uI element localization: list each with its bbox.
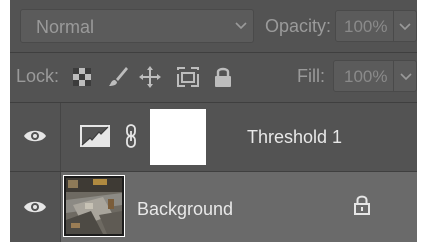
fill-field[interactable]: 100% xyxy=(333,60,417,92)
layer-name[interactable]: Threshold 1 xyxy=(247,127,342,148)
layer-row-threshold[interactable]: Threshold 1 xyxy=(10,103,417,171)
layer-row-background[interactable]: Background xyxy=(10,172,417,242)
visibility-toggle[interactable] xyxy=(10,103,61,171)
blend-opacity-row: Normal Opacity: 100% xyxy=(10,8,417,44)
lock-label: Lock: xyxy=(16,66,60,86)
opacity-value: 100% xyxy=(344,17,388,36)
lock-all-icon[interactable] xyxy=(212,65,234,94)
lock-image-pixels-icon[interactable] xyxy=(106,65,130,94)
mask-link-icon[interactable] xyxy=(125,123,137,154)
opacity-separator xyxy=(393,11,394,41)
chevron-down-icon xyxy=(235,21,247,31)
fill-value: 100% xyxy=(344,67,388,86)
divider xyxy=(10,52,417,53)
fill-label: Fill: xyxy=(297,66,325,86)
layer-image-thumbnail[interactable] xyxy=(62,174,126,242)
layer-mask-thumbnail[interactable] xyxy=(150,109,206,165)
fill-separator xyxy=(393,61,394,91)
blend-mode-value: Normal xyxy=(36,17,95,37)
lock-position-icon[interactable] xyxy=(138,65,162,94)
layers-panel: Normal Opacity: 100% Lock: Fill: 100% Th… xyxy=(10,0,417,242)
opacity-field[interactable]: 100% xyxy=(335,10,417,42)
lock-icon xyxy=(353,194,371,221)
lock-fill-row: Lock: Fill: 100% xyxy=(10,56,417,98)
eye-icon[interactable] xyxy=(23,199,47,220)
opacity-label: Opacity: xyxy=(265,16,332,36)
threshold-adjustment-icon xyxy=(80,125,110,152)
visibility-toggle[interactable] xyxy=(10,172,61,242)
opacity-chevron-down-icon[interactable] xyxy=(399,22,411,32)
fill-chevron-down-icon[interactable] xyxy=(400,72,412,82)
blend-mode-dropdown[interactable]: Normal xyxy=(20,9,254,43)
lock-transparent-pixels-icon[interactable] xyxy=(72,67,92,92)
eye-icon[interactable] xyxy=(23,128,47,149)
prevent-auto-nesting-icon[interactable] xyxy=(176,65,200,94)
layer-name[interactable]: Background xyxy=(137,199,233,220)
